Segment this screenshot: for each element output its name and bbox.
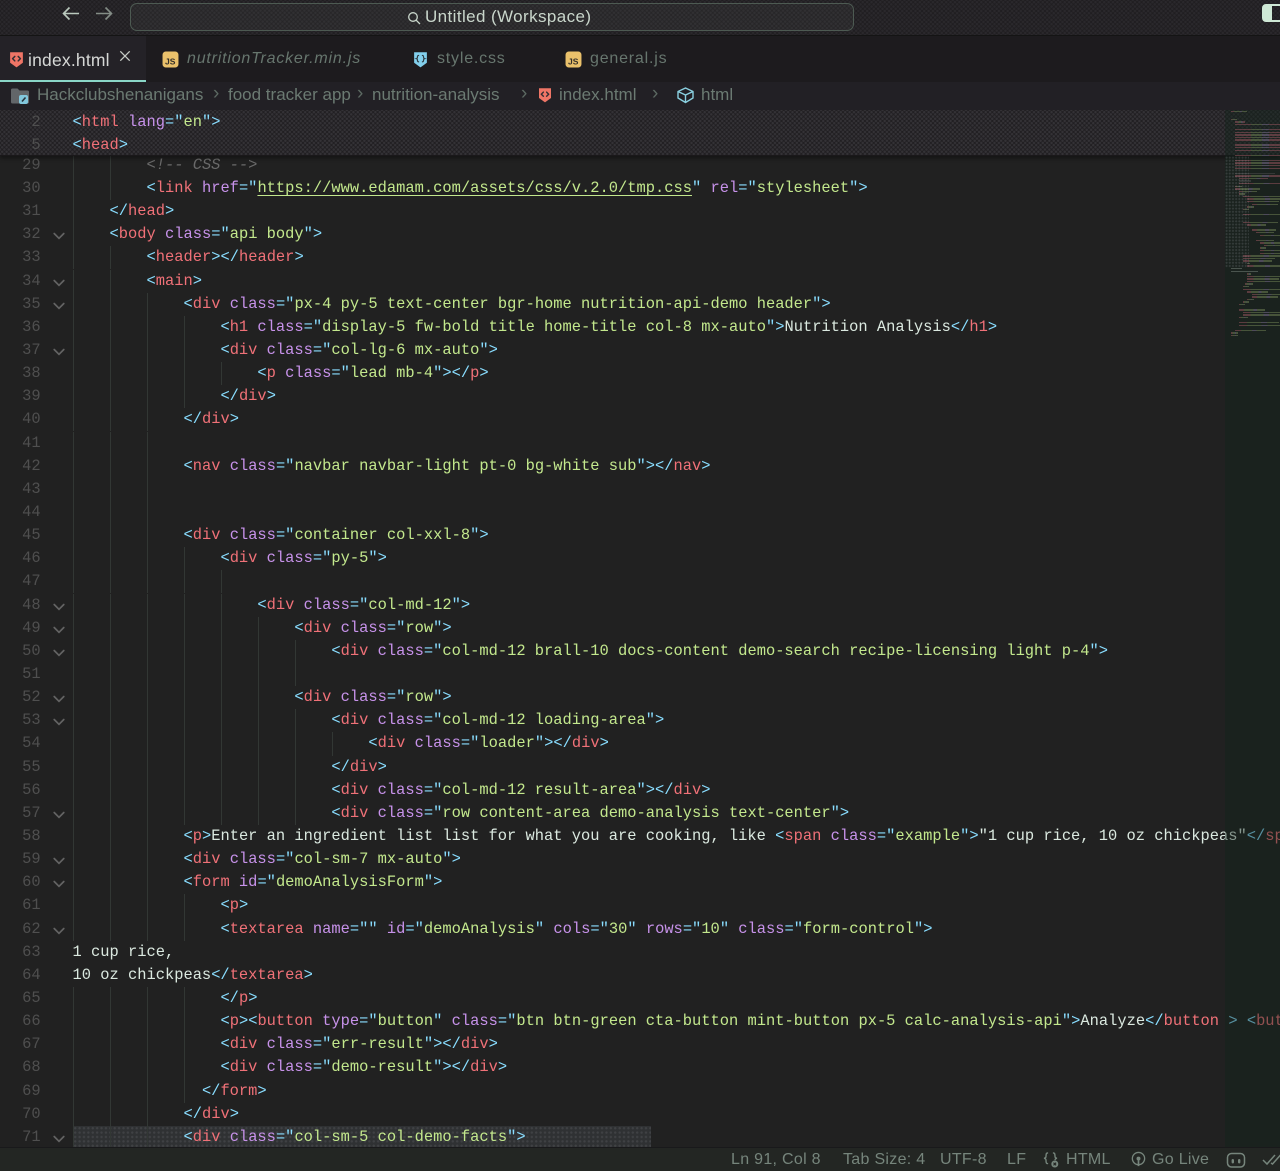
svg-text:JS: JS	[165, 57, 176, 67]
svg-text:JS: JS	[568, 57, 579, 67]
